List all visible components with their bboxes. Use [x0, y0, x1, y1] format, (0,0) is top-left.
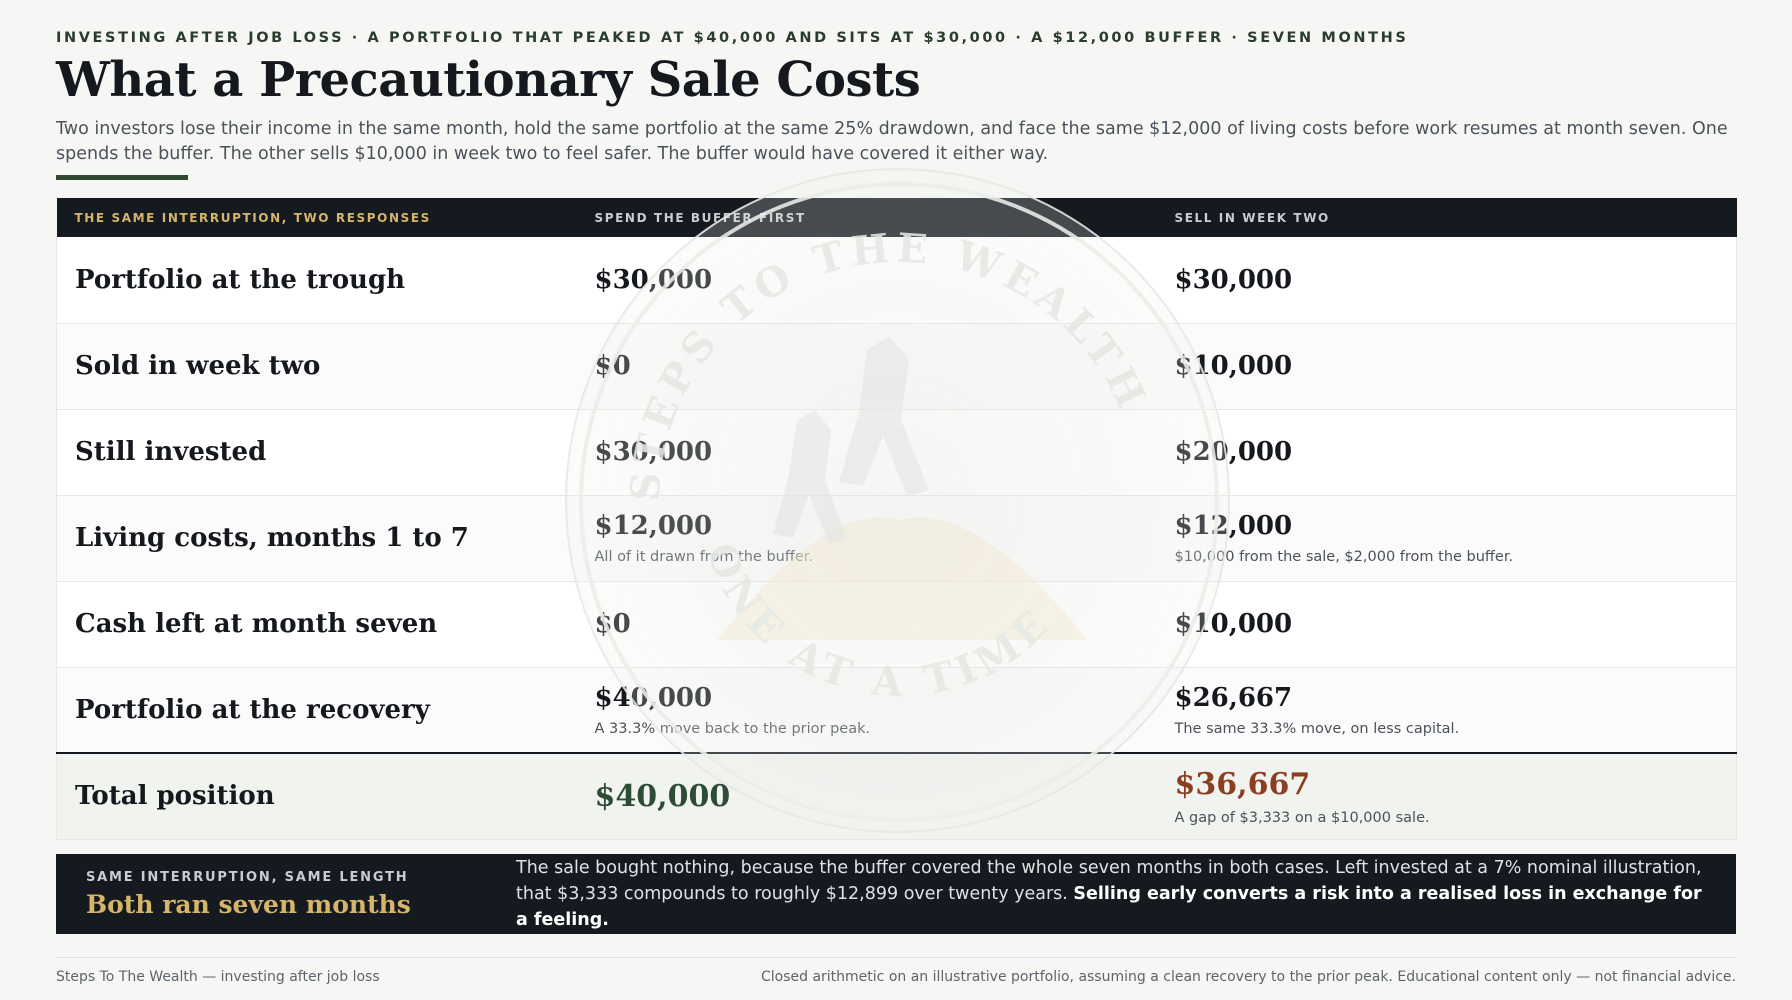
footer-disclaimer: Closed arithmetic on an illustrative por… — [760, 969, 1736, 985]
buffer-value: $30,000 — [594, 264, 713, 295]
page-title: What a Precautionary Sale Costs — [56, 52, 921, 108]
row-label: Portfolio at the trough — [75, 264, 406, 295]
summary-callout: SAME INTERRUPTION, SAME LENGTH Both ran … — [56, 854, 1736, 934]
footer-divider — [56, 957, 1736, 958]
buffer-value: $0 — [594, 351, 631, 381]
table-row: Portfolio at the recovery $40,000 A 33.3… — [56, 667, 1737, 754]
total-sell-value: $36,667 — [1174, 766, 1311, 802]
callout-heading: Both ran seven months — [86, 889, 411, 919]
sell-value: $30,000 — [1174, 264, 1293, 295]
sell-value: $26,667 — [1174, 682, 1293, 713]
table-row: Cash left at month seven $0 $10,000 — [56, 581, 1737, 668]
row-label: Portfolio at the recovery — [75, 694, 430, 725]
total-buffer-value: $40,000 — [594, 778, 731, 814]
buffer-value: $30,000 — [594, 437, 713, 467]
row-label: Sold in week two — [75, 351, 321, 381]
total-row: Total position $40,000 $36,667 A gap of … — [56, 752, 1737, 840]
footer-brand: Steps To The Wealth — investing after jo… — [56, 969, 380, 985]
table-row: Living costs, months 1 to 7 $12,000 All … — [56, 495, 1737, 582]
row-label: Living costs, months 1 to 7 — [75, 523, 469, 553]
header-buffer-column: SPEND THE BUFFER FIRST — [576, 198, 1157, 237]
header-label-column: THE SAME INTERRUPTION, TWO RESPONSES — [56, 198, 577, 237]
total-label: Total position — [75, 781, 275, 812]
sell-value: $20,000 — [1174, 437, 1293, 467]
row-label: Cash left at month seven — [75, 609, 438, 639]
table-header-row: THE SAME INTERRUPTION, TWO RESPONSES SPE… — [56, 198, 1737, 237]
sell-value: $12,000 — [1174, 511, 1293, 541]
table-row: Still invested $30,000 $20,000 — [56, 409, 1737, 496]
callout-body: The sale bought nothing, because the buf… — [516, 855, 1706, 933]
row-label: Still invested — [75, 437, 267, 467]
total-sell-note: A gap of $3,333 on a $10,000 sale. — [1174, 809, 1430, 826]
comparison-table: THE SAME INTERRUPTION, TWO RESPONSES SPE… — [56, 198, 1737, 840]
callout-eyebrow: SAME INTERRUPTION, SAME LENGTH — [86, 869, 409, 885]
buffer-value: $40,000 — [594, 682, 713, 713]
sell-note: $10,000 from the sale, $2,000 from the b… — [1174, 549, 1514, 565]
buffer-note: All of it drawn from the buffer. — [594, 549, 814, 565]
buffer-note: A 33.3% move back to the prior peak. — [594, 720, 871, 737]
table-row: Sold in week two $0 $10,000 — [56, 323, 1737, 410]
intro-paragraph: Two investors lose their income in the s… — [56, 118, 1728, 164]
header-sell-column: SELL IN WEEK TWO — [1156, 198, 1737, 237]
eyebrow: INVESTING AFTER JOB LOSS · A PORTFOLIO T… — [56, 30, 1409, 46]
buffer-value: $12,000 — [594, 511, 713, 541]
sell-value: $10,000 — [1174, 609, 1293, 639]
sell-value: $10,000 — [1174, 351, 1293, 381]
sell-note: The same 33.3% move, on less capital. — [1174, 720, 1460, 737]
table-row: Portfolio at the trough $30,000 $30,000 — [56, 237, 1737, 324]
buffer-value: $0 — [594, 609, 631, 639]
accent-rule — [56, 174, 188, 180]
page-header: INVESTING AFTER JOB LOSS · A PORTFOLIO T… — [56, 30, 1736, 180]
